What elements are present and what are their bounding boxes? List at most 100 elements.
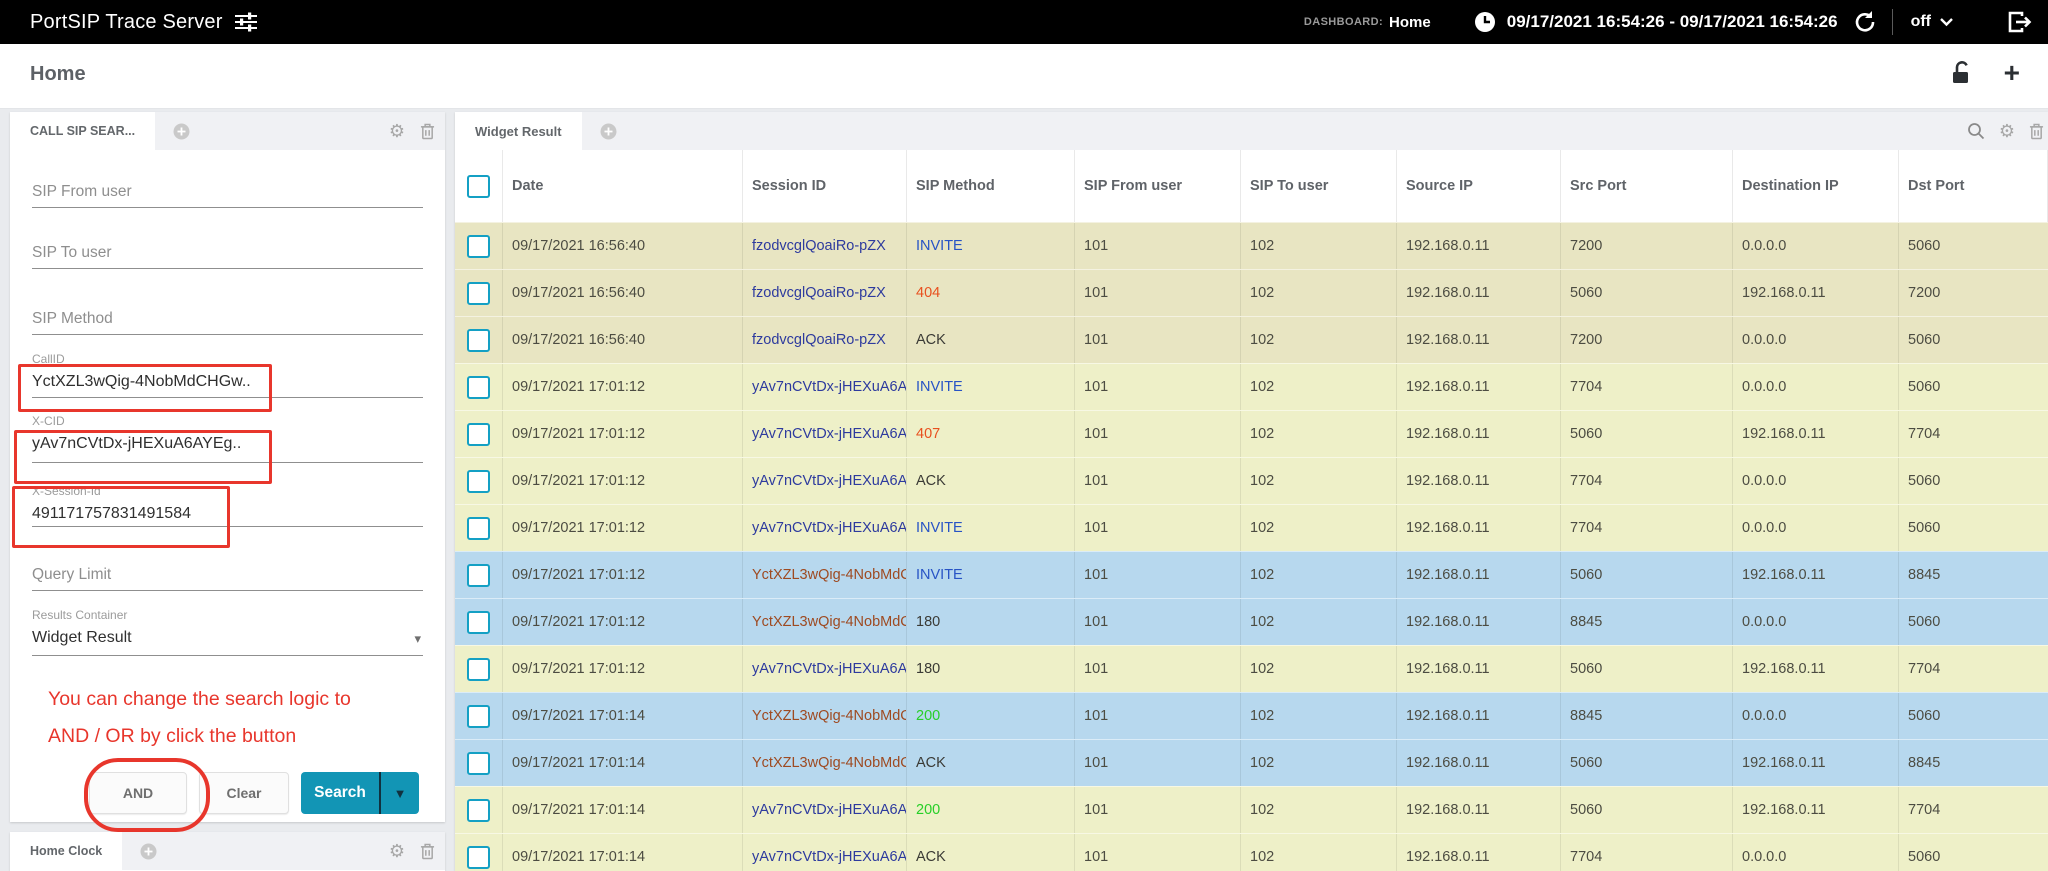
cell-destination-ip: 0.0.0.0: [1733, 834, 1899, 871]
add-tab-icon[interactable]: [600, 123, 617, 140]
results-container-field[interactable]: Results Container Widget Result ▾: [32, 608, 423, 656]
results-container-value[interactable]: Widget Result: [32, 628, 423, 648]
col-sip-to-user[interactable]: SIP To user: [1241, 150, 1397, 222]
row-checkbox[interactable]: [467, 704, 490, 728]
logout-icon[interactable]: [2006, 8, 2034, 36]
table-row[interactable]: 09/17/2021 17:01:14yAv7nCVtDx-jHEXuA6AYE…: [455, 786, 2048, 833]
table-row[interactable]: 09/17/2021 16:56:40 fzodvcglQoaiRo-pZX INV…: [455, 222, 2048, 269]
callid-label: CallID: [32, 352, 65, 366]
cell-destination-ip: 192.168.0.11: [1733, 646, 1899, 692]
cell-sip-to-user: 102: [1241, 458, 1397, 504]
xcid-field[interactable]: X-CID yAv7nCVtDx-jHEXuA6AYEg..: [32, 414, 423, 463]
row-checkbox[interactable]: [467, 798, 490, 822]
trash-icon[interactable]: [420, 843, 435, 860]
tune-icon[interactable]: [234, 12, 257, 32]
row-checkbox[interactable]: [467, 563, 490, 587]
add-widget-icon[interactable]: +: [2004, 59, 2020, 87]
cell-src-port: 7200: [1561, 317, 1733, 363]
chevron-down-icon[interactable]: [1939, 17, 1954, 27]
tab-home-clock[interactable]: Home Clock: [10, 832, 123, 870]
cell-sip-method: 407: [907, 411, 1075, 457]
table-row[interactable]: 09/17/2021 17:01:12yAv7nCVtDx-jHEXuA6AYE…: [455, 363, 2048, 410]
xsession-value[interactable]: 491171757831491584: [32, 504, 423, 524]
query-limit-field[interactable]: Query Limit: [32, 566, 423, 591]
cell-dst-port: 8845: [1908, 755, 1941, 771]
unlock-icon[interactable]: [1950, 60, 1974, 86]
callid-value[interactable]: YctXZL3wQig-4NobMdCHGw..: [32, 372, 423, 392]
trash-icon[interactable]: [420, 123, 435, 140]
row-checkbox[interactable]: [467, 845, 490, 869]
cell-sip-from-user: 101: [1075, 693, 1241, 739]
row-checkbox[interactable]: [467, 375, 490, 399]
col-src-port[interactable]: Src Port: [1561, 150, 1733, 222]
table-row[interactable]: 09/17/2021 17:01:12yAv7nCVtDx-jHEXuA6AYE…: [455, 410, 2048, 457]
col-sip-from-user[interactable]: SIP From user: [1075, 150, 1241, 222]
and-or-toggle-button[interactable]: AND: [89, 772, 187, 814]
callid-field[interactable]: CallID YctXZL3wQig-4NobMdCHGw..: [32, 352, 423, 398]
col-date[interactable]: Date: [503, 150, 743, 222]
cell-session-id: yAv7nCVtDx-jHEXuA6AYEg..: [743, 364, 907, 410]
table-row[interactable]: 09/17/2021 17:01:12yAv7nCVtDx-jHEXuA6AYE…: [455, 457, 2048, 504]
cell-destination-ip: 192.168.0.11: [1733, 411, 1899, 457]
refresh-icon[interactable]: [1852, 10, 1876, 34]
cell-sip-method: ACK: [907, 834, 1075, 871]
table-row[interactable]: 09/17/2021 17:01:12YctXZL3wQig-4NobMdCHG…: [455, 551, 2048, 598]
row-checkbox[interactable]: [467, 422, 490, 446]
table-row[interactable]: 09/17/2021 16:56:40 fzodvcglQoaiRo-pZX 404…: [455, 269, 2048, 316]
table-row[interactable]: 09/17/2021 17:01:14YctXZL3wQig-4NobMdCHG…: [455, 692, 2048, 739]
clear-button[interactable]: Clear: [199, 772, 289, 814]
sip-to-user-field[interactable]: SIP To user: [32, 244, 423, 269]
col-source-ip[interactable]: Source IP: [1397, 150, 1561, 222]
dropdown-arrow-icon[interactable]: ▾: [414, 631, 421, 647]
dashboard-name[interactable]: Home: [1389, 14, 1431, 31]
row-checkbox-cell: [455, 834, 503, 871]
time-range[interactable]: 09/17/2021 16:54:26 - 09/17/2021 16:54:2…: [1507, 12, 1838, 32]
tab-call-sip-search[interactable]: CALL SIP SEAR...: [10, 112, 156, 150]
row-checkbox[interactable]: [467, 751, 490, 775]
select-all-checkbox[interactable]: [467, 174, 490, 198]
row-checkbox[interactable]: [467, 469, 490, 493]
tab-widget-result[interactable]: Widget Result: [455, 112, 582, 150]
sip-method-field[interactable]: SIP Method: [32, 310, 423, 335]
trash-icon[interactable]: [2029, 123, 2044, 140]
add-tab-icon[interactable]: [140, 843, 157, 860]
search-button[interactable]: Search: [301, 772, 379, 814]
row-checkbox[interactable]: [467, 516, 490, 540]
table-row[interactable]: 09/17/2021 16:56:40 fzodvcglQoaiRo-pZX ACK…: [455, 316, 2048, 363]
gear-icon[interactable]: ⚙: [1999, 122, 2015, 140]
search-panel-header: CALL SIP SEAR... ⚙: [10, 112, 445, 150]
cell-src-port: 5060: [1561, 270, 1733, 316]
col-destination-ip[interactable]: Destination IP: [1733, 150, 1899, 222]
table-row[interactable]: 09/17/2021 17:01:12yAv7nCVtDx-jHEXuA6AYE…: [455, 645, 2048, 692]
auto-refresh-value[interactable]: off: [1911, 13, 1931, 31]
cell-date: 09/17/2021 17:01:12: [503, 505, 743, 551]
search-icon[interactable]: [1967, 122, 1985, 140]
cell-sip-to-user: 102: [1241, 317, 1397, 363]
search-split-button[interactable]: Search ▼: [301, 772, 419, 814]
col-dst-port[interactable]: Dst Port: [1899, 150, 2048, 222]
search-dropdown-arrow[interactable]: ▼: [379, 772, 419, 814]
row-checkbox[interactable]: [467, 281, 490, 305]
col-sip-method[interactable]: SIP Method: [907, 150, 1075, 222]
cell-sip-method: ACK: [907, 740, 1075, 786]
row-checkbox[interactable]: [467, 610, 490, 634]
add-tab-icon[interactable]: [173, 123, 190, 140]
table-row[interactable]: 09/17/2021 17:01:12YctXZL3wQig-4NobMdCHG…: [455, 598, 2048, 645]
cell-sip-to-user: 102: [1241, 646, 1397, 692]
xsession-field[interactable]: X-Session-Id 491171757831491584: [32, 484, 423, 527]
table-row[interactable]: 09/17/2021 17:01:14yAv7nCVtDx-jHEXuA6AYE…: [455, 833, 2048, 871]
cell-destination-ip: 0.0.0.0: [1733, 317, 1899, 363]
cell-date: 09/17/2021 17:01:12: [503, 599, 743, 645]
gear-icon[interactable]: ⚙: [389, 842, 405, 860]
topbar-divider: [1891, 9, 1893, 35]
row-checkbox[interactable]: [467, 657, 490, 681]
sip-from-user-field[interactable]: SIP From user: [32, 183, 423, 208]
gear-icon[interactable]: ⚙: [389, 122, 405, 140]
col-session-id[interactable]: Session ID: [743, 150, 907, 222]
table-row[interactable]: 09/17/2021 17:01:12yAv7nCVtDx-jHEXuA6AYE…: [455, 504, 2048, 551]
table-row[interactable]: 09/17/2021 17:01:14YctXZL3wQig-4NobMdCHG…: [455, 739, 2048, 786]
row-checkbox[interactable]: [467, 234, 490, 258]
row-checkbox[interactable]: [467, 328, 490, 352]
cell-sip-from-user: 101: [1075, 223, 1241, 269]
xcid-value[interactable]: yAv7nCVtDx-jHEXuA6AYEg..: [32, 434, 423, 454]
